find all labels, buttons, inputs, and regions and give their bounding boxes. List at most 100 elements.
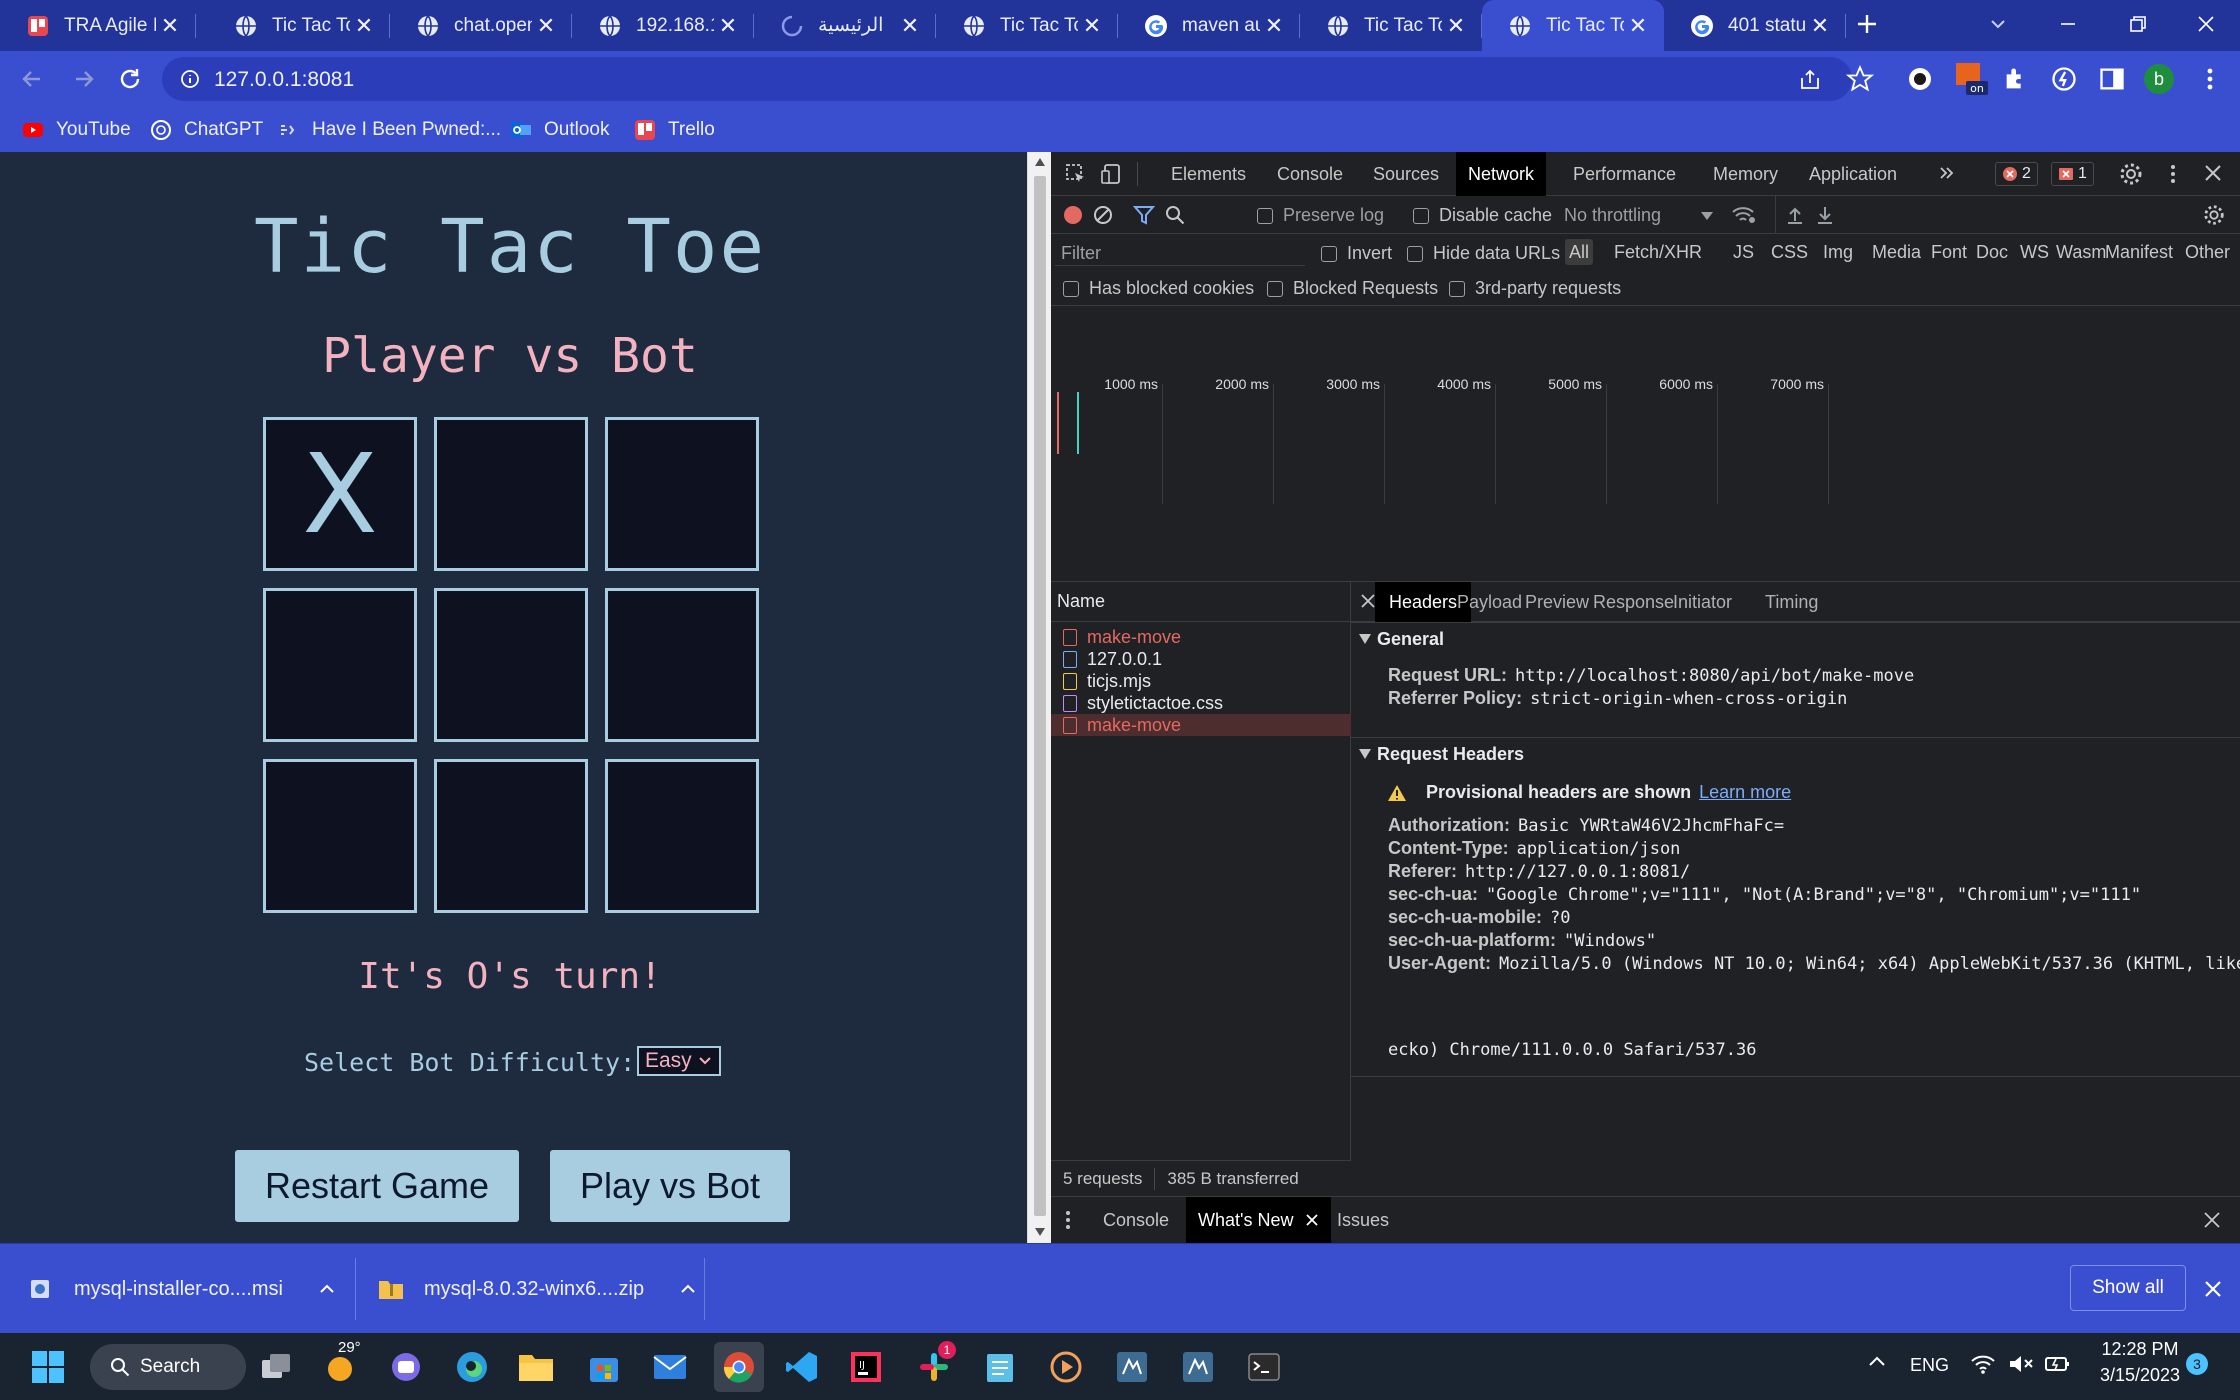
request-headers-section-header[interactable]: Request Headers bbox=[1351, 737, 2240, 770]
chevron-up-icon[interactable] bbox=[680, 1284, 696, 1294]
type-filter-js[interactable]: JS bbox=[1729, 239, 1758, 265]
disable-cache-checkbox[interactable]: Disable cache bbox=[1413, 205, 1552, 226]
export-har-icon[interactable] bbox=[1815, 205, 1835, 225]
bookmark-outlook[interactable]: Outlook bbox=[510, 117, 609, 143]
browser-tab[interactable]: الرئيسية ✕ bbox=[754, 0, 936, 51]
close-downloads-icon[interactable] bbox=[2204, 1280, 2222, 1298]
share-icon[interactable] bbox=[1798, 68, 1822, 92]
browser-tab[interactable]: Tic Tac Toe✕ bbox=[936, 0, 1118, 51]
devtools-tab-application[interactable]: Application bbox=[1797, 152, 1909, 196]
close-tab-icon[interactable]: ✕ bbox=[896, 13, 924, 39]
type-filter-css[interactable]: CSS bbox=[1767, 239, 1812, 265]
board-cell[interactable] bbox=[605, 417, 759, 571]
close-tab-icon[interactable]: ✕ bbox=[1078, 13, 1106, 39]
error-count-badge[interactable]: 2 bbox=[1995, 162, 2038, 186]
page-scrollbar[interactable] bbox=[1027, 152, 1051, 1243]
network-settings-icon[interactable] bbox=[2203, 204, 2225, 226]
bookmark-chatgpt[interactable]: ChatGPT bbox=[150, 117, 263, 143]
close-tab-icon[interactable]: ✕ bbox=[350, 13, 378, 39]
intellij-icon[interactable]: IJ bbox=[844, 1345, 888, 1389]
mail-icon[interactable] bbox=[648, 1345, 692, 1389]
extension-on-icon[interactable]: on bbox=[1954, 61, 1990, 97]
browser-tab[interactable]: TRA Agile I ✕ bbox=[0, 0, 196, 51]
board-cell[interactable]: X bbox=[263, 417, 417, 571]
board-cell[interactable] bbox=[434, 588, 588, 742]
browser-tab[interactable]: maven aut✕ bbox=[1118, 0, 1300, 51]
board-cell[interactable] bbox=[605, 759, 759, 913]
back-icon[interactable] bbox=[18, 65, 46, 93]
site-info-icon[interactable] bbox=[180, 69, 200, 89]
notification-count-badge[interactable]: 3 bbox=[2186, 1353, 2208, 1375]
close-tab-icon[interactable]: ✕ bbox=[1442, 13, 1470, 39]
request-row[interactable]: ticjs.mjs bbox=[1051, 670, 1351, 692]
filter-input[interactable]: Filter bbox=[1055, 238, 1305, 266]
close-devtools-icon[interactable] bbox=[2203, 163, 2223, 183]
import-har-icon[interactable] bbox=[1785, 205, 1805, 225]
clock-time[interactable]: 12:28 PM bbox=[2098, 1339, 2182, 1360]
type-filter-all[interactable]: All bbox=[1565, 239, 1594, 265]
detail-tab-initiator[interactable]: Initiator bbox=[1659, 582, 1746, 622]
download-item[interactable]: mysql-8.0.32-winx6....zip bbox=[378, 1244, 696, 1334]
mysql-workbench-icon[interactable] bbox=[1110, 1345, 1154, 1389]
drawer-tab-whats-new[interactable]: What's New bbox=[1186, 1197, 1332, 1243]
devtools-tab-elements[interactable]: Elements bbox=[1159, 152, 1258, 196]
close-drawer-icon[interactable] bbox=[2203, 1211, 2221, 1229]
devtools-tab-network[interactable]: Network bbox=[1456, 152, 1547, 196]
chrome-menu-icon[interactable] bbox=[2196, 65, 2224, 93]
board-cell[interactable] bbox=[263, 588, 417, 742]
devtools-tab-memory[interactable]: Memory bbox=[1701, 152, 1790, 196]
devtools-menu-icon[interactable] bbox=[2163, 162, 2183, 186]
restart-game-button[interactable]: Restart Game bbox=[235, 1150, 519, 1222]
close-tab-icon[interactable]: ✕ bbox=[1260, 13, 1288, 39]
clear-icon[interactable] bbox=[1093, 205, 1113, 225]
battery-charging-icon[interactable] bbox=[2044, 1353, 2072, 1375]
learn-more-link[interactable]: Learn more bbox=[1699, 782, 1791, 803]
type-filter-font[interactable]: Font bbox=[1927, 239, 1971, 265]
detail-tab-timing[interactable]: Timing bbox=[1751, 582, 1832, 622]
wifi-icon[interactable] bbox=[1970, 1353, 1996, 1375]
scroll-up-icon[interactable] bbox=[1035, 158, 1045, 166]
bookmark-youtube[interactable]: YouTube bbox=[22, 117, 131, 143]
extensions-puzzle-icon[interactable] bbox=[2002, 65, 2030, 93]
board-cell[interactable] bbox=[434, 417, 588, 571]
performance-icon[interactable] bbox=[2050, 65, 2078, 93]
browser-tab[interactable]: Tic Tac Toe✕ bbox=[208, 0, 390, 51]
edge-browser-icon[interactable] bbox=[450, 1345, 494, 1389]
clock-date[interactable]: 3/15/2023 bbox=[2094, 1365, 2186, 1386]
request-row[interactable]: styletictactoe.css bbox=[1051, 692, 1351, 714]
minimize-icon[interactable] bbox=[2058, 14, 2078, 34]
name-column-header[interactable]: Name bbox=[1051, 582, 1351, 622]
filter-icon[interactable] bbox=[1133, 205, 1155, 225]
type-filter-fetch-xhr[interactable]: Fetch/XHR bbox=[1610, 239, 1706, 265]
drawer-tab-console[interactable]: Console bbox=[1091, 1197, 1181, 1243]
hide-data-urls-checkbox[interactable]: Hide data URLs bbox=[1407, 243, 1560, 264]
type-filter-ws[interactable]: WS bbox=[2016, 239, 2053, 265]
devtools-tab-sources[interactable]: Sources bbox=[1361, 152, 1451, 196]
type-filter-img[interactable]: Img bbox=[1819, 239, 1857, 265]
volume-muted-icon[interactable] bbox=[2008, 1353, 2034, 1375]
microsoft-store-icon[interactable] bbox=[582, 1345, 626, 1389]
third-party-checkbox[interactable]: 3rd-party requests bbox=[1449, 278, 1621, 299]
file-explorer-icon[interactable] bbox=[514, 1345, 558, 1389]
devtools-tab-performance[interactable]: Performance bbox=[1561, 152, 1688, 196]
vscode-icon[interactable] bbox=[780, 1345, 824, 1389]
has-blocked-cookies-checkbox[interactable]: Has blocked cookies bbox=[1063, 278, 1254, 299]
close-tab-icon[interactable]: ✕ bbox=[156, 13, 184, 39]
browser-tab[interactable]: chat.opena✕ bbox=[390, 0, 572, 51]
close-window-icon[interactable] bbox=[2196, 14, 2216, 34]
browser-tab[interactable]: 192.168.10.✕ bbox=[572, 0, 754, 51]
side-panel-icon[interactable] bbox=[2098, 65, 2126, 93]
browser-tab[interactable]: Tic Tac Toe✕ bbox=[1482, 0, 1664, 51]
board-cell[interactable] bbox=[434, 759, 588, 913]
extension-bitwarden-icon[interactable] bbox=[1906, 65, 1934, 93]
device-toolbar-icon[interactable] bbox=[1101, 163, 1123, 185]
mysql-workbench-icon-2[interactable] bbox=[1176, 1345, 1220, 1389]
taskbar-search[interactable]: Search bbox=[90, 1344, 246, 1390]
new-tab-icon[interactable] bbox=[1855, 12, 1879, 36]
timeline-overview[interactable]: 1000 ms 2000 ms 3000 ms 4000 ms 5000 ms 6000 … bbox=[1051, 306, 2240, 582]
close-tab-icon[interactable]: ✕ bbox=[714, 13, 742, 39]
invert-checkbox[interactable]: Invert bbox=[1321, 243, 1392, 264]
scrollbar-thumb[interactable] bbox=[1034, 176, 1046, 1216]
browser-tab[interactable]: 401 status✕ bbox=[1664, 0, 1846, 51]
tab-search-icon[interactable] bbox=[1988, 14, 2008, 34]
